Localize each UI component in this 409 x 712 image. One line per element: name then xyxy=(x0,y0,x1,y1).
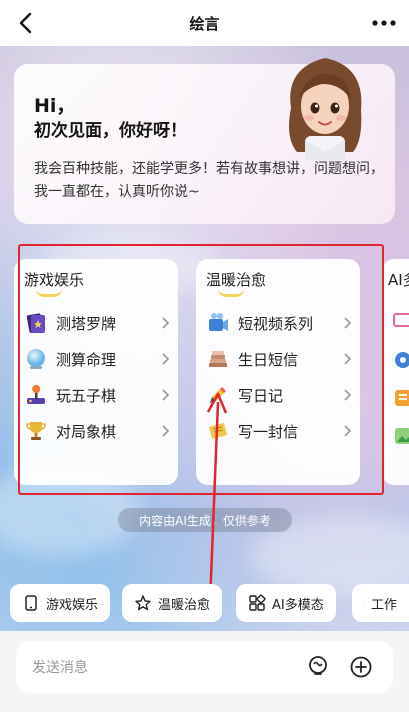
chip-label: 工作 xyxy=(370,597,397,613)
add-icon[interactable] xyxy=(349,655,373,679)
gear-icon xyxy=(395,352,409,368)
composer-area: 发送消息 xyxy=(0,631,409,712)
grid-icon xyxy=(249,594,266,611)
star-icon xyxy=(135,595,151,611)
phone-icon xyxy=(25,595,37,611)
highlight-box xyxy=(18,244,384,495)
chip-label: 游戏娱乐 xyxy=(46,597,99,613)
skill-card-ai-multimodal[interactable]: AI多 xyxy=(382,259,409,485)
chip-healing[interactable]: 温暖治愈 xyxy=(122,584,223,622)
chip-label: AI多模态 xyxy=(272,597,324,613)
document-icon xyxy=(364,602,365,604)
chevron-left-icon xyxy=(19,12,32,34)
more-dots-icon xyxy=(372,20,396,26)
list-icon xyxy=(395,390,409,406)
chip-ai-multimodal[interactable]: AI多模态 xyxy=(236,584,336,622)
chip-games[interactable]: 游戏娱乐 xyxy=(10,584,111,622)
voice-icon[interactable] xyxy=(305,654,331,680)
card-title: AI多 xyxy=(388,271,409,289)
back-button[interactable] xyxy=(10,8,40,38)
page-title: 绘言 xyxy=(189,14,220,33)
message-input[interactable]: 发送消息 xyxy=(16,641,393,693)
image-icon xyxy=(395,428,409,444)
screen-icon xyxy=(393,313,409,327)
greeting-card: Hi， 初次见面，你好呀！ 我会百种技能，还能学更多！若有故事想讲，问题想问，我… xyxy=(14,58,395,224)
avatar xyxy=(277,48,373,160)
message-placeholder: 发送消息 xyxy=(32,660,88,676)
chip-work[interactable]: 工作 xyxy=(352,584,409,622)
ai-disclaimer: 内容由AI生成，仅供参考 xyxy=(118,508,292,532)
more-button[interactable] xyxy=(367,8,401,38)
top-bar: 绘言 xyxy=(0,0,409,46)
chip-label: 温暖治愈 xyxy=(158,597,211,613)
greeting-intro: 我会百种技能，还能学更多！若有故事想讲，问题想问，我一直都在，认真听你说~ xyxy=(34,161,384,200)
